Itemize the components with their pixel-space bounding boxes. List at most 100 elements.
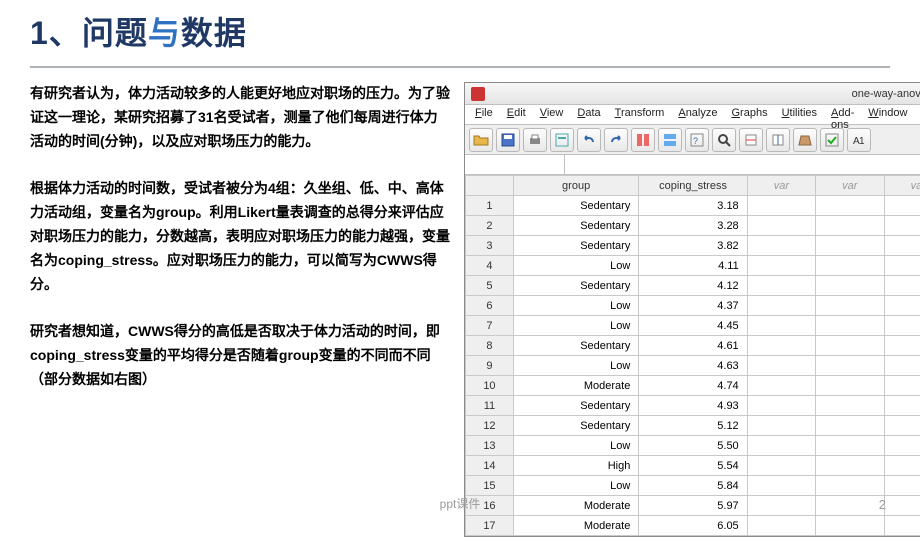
cell-empty[interactable]: [884, 416, 920, 436]
cell-empty[interactable]: [816, 296, 884, 316]
cell-group[interactable]: Low: [513, 296, 638, 316]
row-number[interactable]: 2: [466, 216, 514, 236]
cell-value[interactable]: [565, 155, 920, 174]
menu-edit[interactable]: Edit: [501, 107, 532, 122]
row-number[interactable]: 6: [466, 296, 514, 316]
cell-empty[interactable]: [884, 296, 920, 316]
menu-view[interactable]: View: [534, 107, 570, 122]
cell-empty[interactable]: [884, 276, 920, 296]
menu-graphs[interactable]: Graphs: [725, 107, 773, 122]
cell-empty[interactable]: [816, 316, 884, 336]
menu-addons[interactable]: Add-ons: [825, 107, 860, 122]
row-number[interactable]: 10: [466, 376, 514, 396]
spss-title-bar[interactable]: one-way-anova.sav: [465, 83, 920, 105]
table-row[interactable]: 3Sedentary3.82: [466, 236, 920, 256]
cell-empty[interactable]: [747, 256, 815, 276]
col-header-var-3[interactable]: var: [884, 176, 920, 196]
find-icon[interactable]: [712, 128, 736, 152]
cell-empty[interactable]: [747, 356, 815, 376]
cell-empty[interactable]: [884, 256, 920, 276]
goto-var-icon[interactable]: [658, 128, 682, 152]
value-labels-icon[interactable]: A1: [847, 128, 871, 152]
table-row[interactable]: 17Moderate6.05: [466, 516, 920, 536]
cell-empty[interactable]: [884, 476, 920, 496]
cell-empty[interactable]: [747, 196, 815, 216]
cell-empty[interactable]: [816, 456, 884, 476]
cell-empty[interactable]: [747, 416, 815, 436]
cell-empty[interactable]: [747, 276, 815, 296]
cell-empty[interactable]: [747, 456, 815, 476]
table-row[interactable]: 15Low5.84: [466, 476, 920, 496]
cell-empty[interactable]: [884, 216, 920, 236]
cell-empty[interactable]: [747, 316, 815, 336]
cell-coping-stress[interactable]: 3.28: [639, 216, 747, 236]
cell-coping-stress[interactable]: 5.84: [639, 476, 747, 496]
menu-data[interactable]: Data: [571, 107, 606, 122]
cell-empty[interactable]: [816, 476, 884, 496]
variables-icon[interactable]: ?: [685, 128, 709, 152]
cell-coping-stress[interactable]: 4.63: [639, 356, 747, 376]
cell-coping-stress[interactable]: 4.37: [639, 296, 747, 316]
cell-coping-stress[interactable]: 5.54: [639, 456, 747, 476]
corner-cell[interactable]: [466, 176, 514, 196]
table-row[interactable]: 4Low4.11: [466, 256, 920, 276]
cell-coping-stress[interactable]: 4.45: [639, 316, 747, 336]
row-number[interactable]: 13: [466, 436, 514, 456]
cell-empty[interactable]: [747, 476, 815, 496]
undo-icon[interactable]: [577, 128, 601, 152]
table-row[interactable]: 9Low4.63: [466, 356, 920, 376]
row-number[interactable]: 8: [466, 336, 514, 356]
weight-cases-icon[interactable]: [793, 128, 817, 152]
cell-empty[interactable]: [884, 436, 920, 456]
spss-data-grid[interactable]: group coping_stress var var var 1Sedenta…: [465, 175, 920, 536]
cell-empty[interactable]: [747, 296, 815, 316]
cell-empty[interactable]: [747, 376, 815, 396]
cell-empty[interactable]: [884, 376, 920, 396]
table-row[interactable]: 2Sedentary3.28: [466, 216, 920, 236]
cell-empty[interactable]: [816, 396, 884, 416]
cell-coping-stress[interactable]: 4.74: [639, 376, 747, 396]
col-header-coping-stress[interactable]: coping_stress: [639, 176, 747, 196]
cell-coping-stress[interactable]: 5.50: [639, 436, 747, 456]
cell-group[interactable]: Low: [513, 316, 638, 336]
cell-coping-stress[interactable]: 4.12: [639, 276, 747, 296]
select-cases-icon[interactable]: [820, 128, 844, 152]
cell-group[interactable]: Sedentary: [513, 276, 638, 296]
row-number[interactable]: 4: [466, 256, 514, 276]
save-icon[interactable]: [496, 128, 520, 152]
cell-empty[interactable]: [884, 316, 920, 336]
table-row[interactable]: 8Sedentary4.61: [466, 336, 920, 356]
row-number[interactable]: 17: [466, 516, 514, 536]
cell-empty[interactable]: [816, 416, 884, 436]
row-number[interactable]: 3: [466, 236, 514, 256]
cell-empty[interactable]: [884, 236, 920, 256]
row-number[interactable]: 15: [466, 476, 514, 496]
table-row[interactable]: 7Low4.45: [466, 316, 920, 336]
cell-empty[interactable]: [816, 216, 884, 236]
cell-group[interactable]: Low: [513, 476, 638, 496]
cell-group[interactable]: Low: [513, 256, 638, 276]
cell-group[interactable]: Sedentary: [513, 236, 638, 256]
cell-empty[interactable]: [816, 236, 884, 256]
table-row[interactable]: 11Sedentary4.93: [466, 396, 920, 416]
row-number[interactable]: 7: [466, 316, 514, 336]
menu-window[interactable]: Window: [862, 107, 913, 122]
table-row[interactable]: 13Low5.50: [466, 436, 920, 456]
cell-group[interactable]: Sedentary: [513, 216, 638, 236]
cell-empty[interactable]: [747, 516, 815, 536]
cell-empty[interactable]: [816, 376, 884, 396]
menu-file[interactable]: File: [469, 107, 499, 122]
cell-group[interactable]: Sedentary: [513, 396, 638, 416]
goto-case-icon[interactable]: [631, 128, 655, 152]
cell-empty[interactable]: [816, 256, 884, 276]
cell-empty[interactable]: [747, 236, 815, 256]
cell-empty[interactable]: [816, 356, 884, 376]
cell-group[interactable]: Low: [513, 356, 638, 376]
row-number[interactable]: 14: [466, 456, 514, 476]
cell-coping-stress[interactable]: 4.61: [639, 336, 747, 356]
open-icon[interactable]: [469, 128, 493, 152]
cell-empty[interactable]: [816, 196, 884, 216]
cell-empty[interactable]: [884, 516, 920, 536]
row-number[interactable]: 1: [466, 196, 514, 216]
table-row[interactable]: 6Low4.37: [466, 296, 920, 316]
